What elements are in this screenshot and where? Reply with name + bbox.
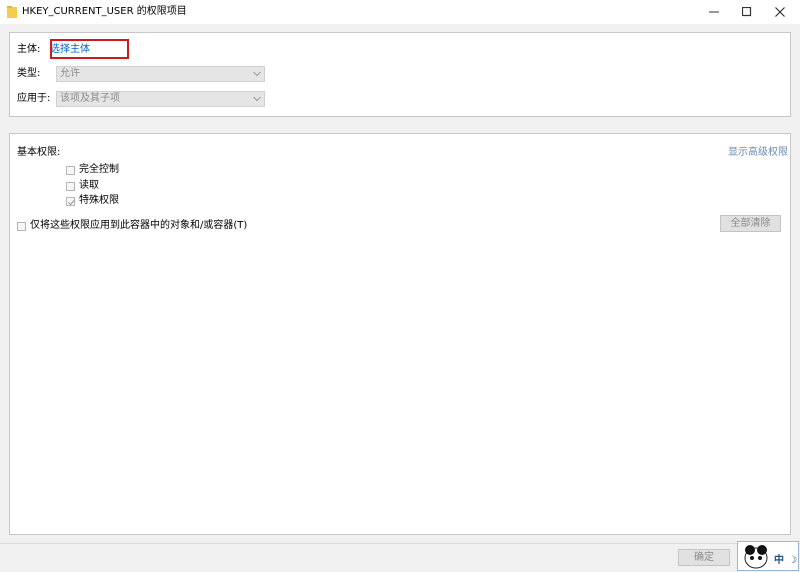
chevron-down-icon: [253, 96, 261, 102]
apply-only-label: 仅将这些权限应用到此容器中的对象和/或容器(T): [30, 220, 248, 231]
apply-only-checkbox-row[interactable]: 仅将这些权限应用到此容器中的对象和/或容器(T): [17, 220, 247, 232]
minimize-button[interactable]: [698, 0, 730, 24]
select-principal-link[interactable]: 选择主体: [50, 44, 90, 56]
read-checkbox[interactable]: [66, 181, 75, 191]
special-permissions-label: 特殊权限: [79, 195, 119, 206]
basic-permissions-heading: 基本权限:: [17, 147, 61, 158]
type-label: 类型:: [17, 68, 41, 79]
ime-mode-label: 中: [774, 555, 784, 566]
apply-only-checkbox[interactable]: [17, 221, 26, 231]
title-bar: HKEY_CURRENT_USER 的权限项目: [0, 0, 800, 24]
read-checkbox-row[interactable]: 读取: [66, 180, 99, 192]
applies-to-label: 应用于:: [17, 93, 51, 104]
minimize-icon: [709, 11, 719, 13]
ok-button[interactable]: 确定: [678, 549, 730, 566]
applies-to-combobox[interactable]: 该项及其子项: [56, 91, 265, 107]
type-value: 允许: [60, 68, 80, 79]
maximize-button[interactable]: [731, 0, 763, 24]
ime-indicator[interactable]: 中 ☽: [737, 541, 799, 571]
permission-entry-window: HKEY_CURRENT_USER 的权限项目 主体: 选择主体 类型: 允许 …: [0, 0, 800, 572]
permissions-panel: [9, 133, 791, 535]
special-permissions-checkbox-row[interactable]: 特殊权限: [66, 195, 119, 207]
close-button[interactable]: [764, 0, 796, 24]
type-combobox[interactable]: 允许: [56, 66, 265, 82]
folder-icon: [7, 6, 17, 18]
moon-icon: ☽: [788, 555, 797, 566]
checkmark-icon: [68, 199, 75, 205]
full-control-checkbox-row[interactable]: 完全控制: [66, 164, 119, 176]
special-permissions-checkbox[interactable]: [66, 196, 75, 206]
maximize-icon: [742, 7, 752, 17]
footer-divider: [0, 543, 800, 544]
read-label: 读取: [79, 180, 99, 191]
close-icon: [775, 7, 785, 17]
clear-all-button[interactable]: 全部清除: [720, 215, 781, 232]
applies-to-value: 该项及其子项: [60, 93, 120, 104]
ime-mascot-icon: [744, 545, 768, 569]
window-title: HKEY_CURRENT_USER 的权限项目: [22, 6, 187, 17]
full-control-checkbox[interactable]: [66, 165, 75, 175]
chevron-down-icon: [253, 71, 261, 77]
show-advanced-permissions-link[interactable]: 显示高级权限: [728, 147, 788, 159]
full-control-label: 完全控制: [79, 164, 119, 175]
principal-label: 主体:: [17, 44, 41, 55]
